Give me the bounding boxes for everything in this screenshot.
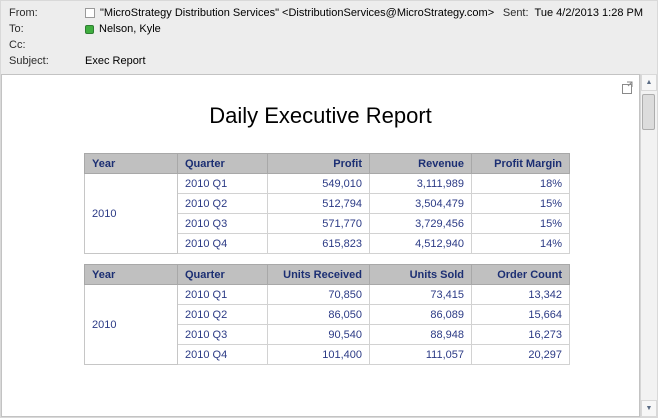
to-row: To: Nelson, Kyle <box>1 21 657 37</box>
units-received-cell: 101,400 <box>267 344 370 365</box>
margin-cell: 15% <box>471 193 570 214</box>
margin-cell: 14% <box>471 233 570 254</box>
year-cell: 2010 <box>84 284 178 365</box>
subject-label: Subject: <box>9 55 49 67</box>
profit-cell: 512,794 <box>267 193 370 214</box>
order-count-cell: 13,342 <box>471 284 570 305</box>
profit-cell: 549,010 <box>267 173 370 194</box>
column-header: Order Count <box>471 264 570 285</box>
revenue-cell: 3,729,456 <box>369 213 472 234</box>
message-body-wrap: Daily Executive Report Year Quarter Prof… <box>1 74 657 417</box>
sent-label: Sent: <box>502 7 529 19</box>
units-received-cell: 70,850 <box>267 284 370 305</box>
order-count-cell: 20,297 <box>471 344 570 365</box>
units-table: Year Quarter Units Received Units Sold O… <box>84 264 570 365</box>
table-row: 2010 2010 Q1 70,850 73,415 13,342 <box>84 284 570 365</box>
scrollbar-track[interactable] <box>641 91 657 400</box>
sent-group: Sent: Tue 4/2/2013 1:28 PM <box>503 7 649 19</box>
from-row: From: "MicroStrategy Distribution Servic… <box>1 5 657 21</box>
table-row: 2010 2010 Q1 549,010 3,111,989 18% <box>84 173 570 254</box>
margin-cell: 15% <box>471 213 570 234</box>
scroll-down-button[interactable]: ▼ <box>641 400 657 417</box>
units-sold-cell: 73,415 <box>369 284 472 305</box>
profit-cell: 615,823 <box>267 233 370 254</box>
quarter-cell: 2010 Q1 <box>177 284 268 305</box>
quarter-cell: 2010 Q2 <box>177 304 268 325</box>
year-cell: 2010 <box>84 173 178 254</box>
quarter-cell: 2010 Q4 <box>177 344 268 365</box>
revenue-cell: 4,512,940 <box>369 233 472 254</box>
order-count-cell: 15,664 <box>471 304 570 325</box>
cc-row: Cc: <box>1 37 657 53</box>
column-header: Units Received <box>267 264 370 285</box>
quarter-cell: 2010 Q1 <box>177 173 268 194</box>
units-sold-cell: 86,089 <box>369 304 472 325</box>
column-header: Profit Margin <box>471 153 570 174</box>
message-checkbox-icon[interactable] <box>85 8 95 18</box>
quarter-cell: 2010 Q3 <box>177 324 268 345</box>
profit-cell: 571,770 <box>267 213 370 234</box>
table-header-row: Year Quarter Profit Revenue Profit Margi… <box>84 153 570 174</box>
to-label: To: <box>9 23 24 35</box>
column-header: Revenue <box>369 153 472 174</box>
vertical-scrollbar[interactable]: ▲ ▼ <box>640 74 657 417</box>
units-sold-cell: 88,948 <box>369 324 472 345</box>
units-received-cell: 86,050 <box>267 304 370 325</box>
quarter-cell: 2010 Q2 <box>177 193 268 214</box>
column-header: Year <box>84 153 178 174</box>
sent-value: Tue 4/2/2013 1:28 PM <box>534 7 643 19</box>
column-header: Quarter <box>177 153 268 174</box>
revenue-cell: 3,111,989 <box>369 173 472 194</box>
units-sold-cell: 111,057 <box>369 344 472 365</box>
to-value[interactable]: Nelson, Kyle <box>99 23 161 35</box>
email-reading-pane: From: "MicroStrategy Distribution Servic… <box>0 0 658 418</box>
subject-row: Subject: Exec Report <box>1 53 657 69</box>
units-received-cell: 90,540 <box>267 324 370 345</box>
message-body: Daily Executive Report Year Quarter Prof… <box>1 74 640 417</box>
from-value[interactable]: "MicroStrategy Distribution Services" <D… <box>100 7 494 19</box>
cc-label: Cc: <box>9 39 26 51</box>
presence-icon[interactable] <box>85 24 94 34</box>
profit-revenue-table: Year Quarter Profit Revenue Profit Margi… <box>84 153 570 254</box>
popout-icon[interactable] <box>620 81 634 95</box>
margin-cell: 18% <box>471 173 570 194</box>
revenue-cell: 3,504,479 <box>369 193 472 214</box>
report-title: Daily Executive Report <box>209 103 432 128</box>
column-header: Quarter <box>177 264 268 285</box>
scroll-up-button[interactable]: ▲ <box>641 74 657 91</box>
from-label: From: <box>9 7 38 19</box>
column-header: Year <box>84 264 178 285</box>
column-header: Units Sold <box>369 264 472 285</box>
quarter-cell: 2010 Q4 <box>177 233 268 254</box>
scrollbar-thumb[interactable] <box>642 94 655 130</box>
quarter-cell: 2010 Q3 <box>177 213 268 234</box>
email-header: From: "MicroStrategy Distribution Servic… <box>1 1 657 74</box>
order-count-cell: 16,273 <box>471 324 570 345</box>
table-header-row: Year Quarter Units Received Units Sold O… <box>84 264 570 285</box>
column-header: Profit <box>267 153 370 174</box>
subject-value: Exec Report <box>85 55 146 67</box>
